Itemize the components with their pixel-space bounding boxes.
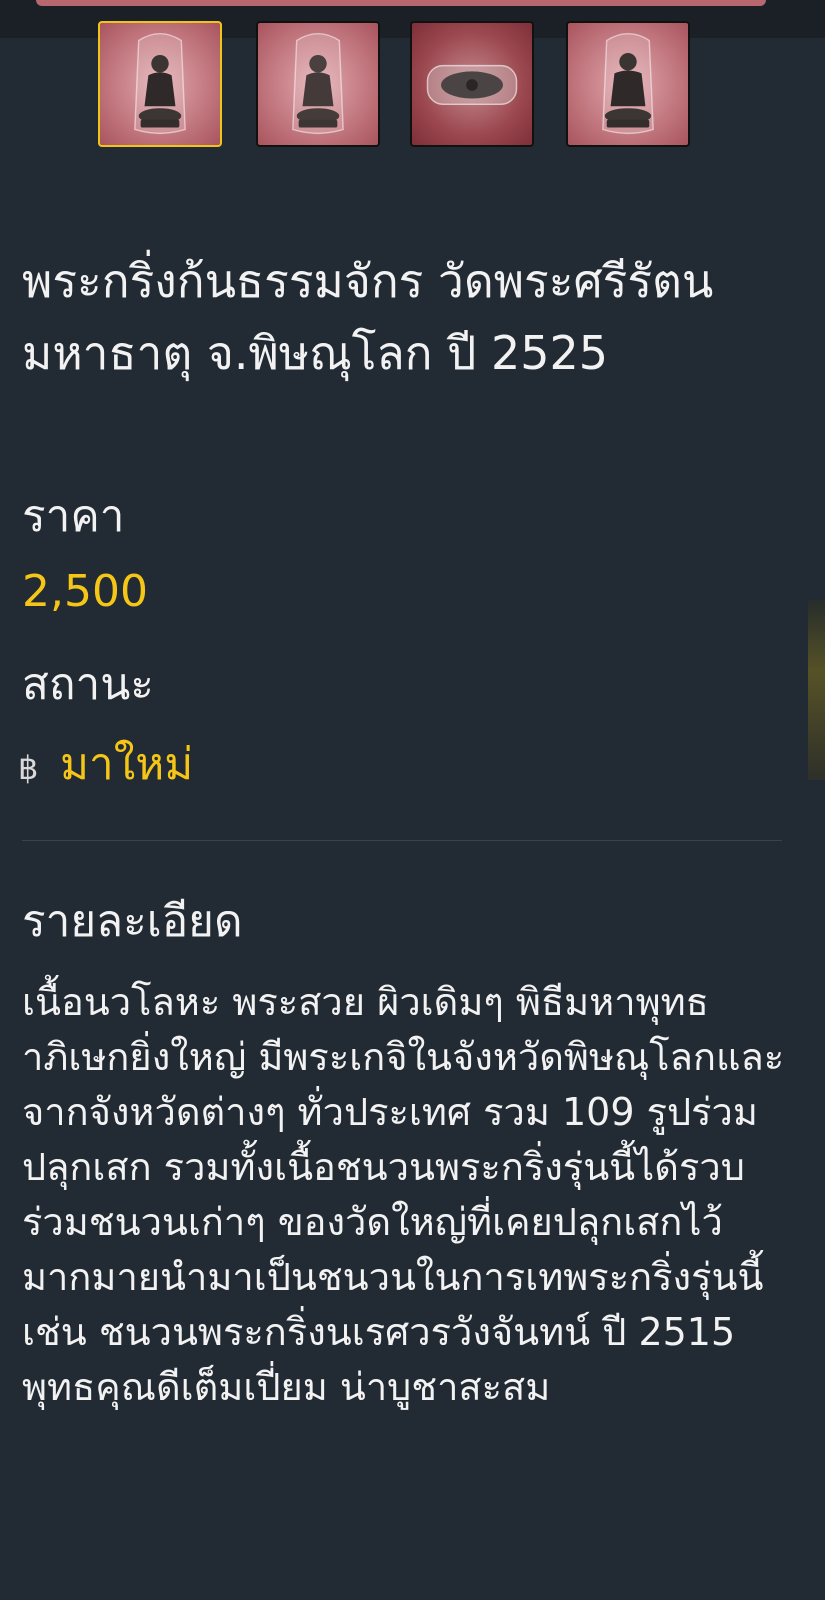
status-value: มาใหม่ — [60, 739, 194, 790]
details-label: รายละเอียด — [22, 896, 243, 947]
amulet-base-icon — [426, 64, 518, 106]
section-divider — [22, 840, 782, 841]
amulet-back-icon — [292, 32, 344, 135]
amulet-front-icon — [134, 32, 186, 135]
thumbnail-4[interactable] — [566, 21, 690, 147]
details-text: เนื้อนวโลหะ พระสวย ผิวเดิมๆ พิธีมหาพุทธา… — [22, 980, 785, 1409]
thumbnail-2[interactable] — [256, 21, 380, 147]
price-label: ราคา — [22, 491, 125, 542]
price-value: 2,500 — [22, 566, 148, 617]
product-title: พระกริ่งก้นธรรมจักร วัดพระศรีรัตนมหาธาตุ… — [22, 254, 714, 380]
status-label: สถานะ — [22, 659, 154, 710]
main-image[interactable] — [36, 0, 766, 6]
thumbnail-strip — [98, 21, 708, 149]
amulet-side-icon — [602, 32, 654, 135]
thumbnail-1[interactable] — [98, 21, 222, 147]
thumbnail-3[interactable] — [410, 21, 534, 147]
scroll-indicator — [808, 600, 825, 780]
baht-icon: ฿ — [18, 749, 39, 787]
